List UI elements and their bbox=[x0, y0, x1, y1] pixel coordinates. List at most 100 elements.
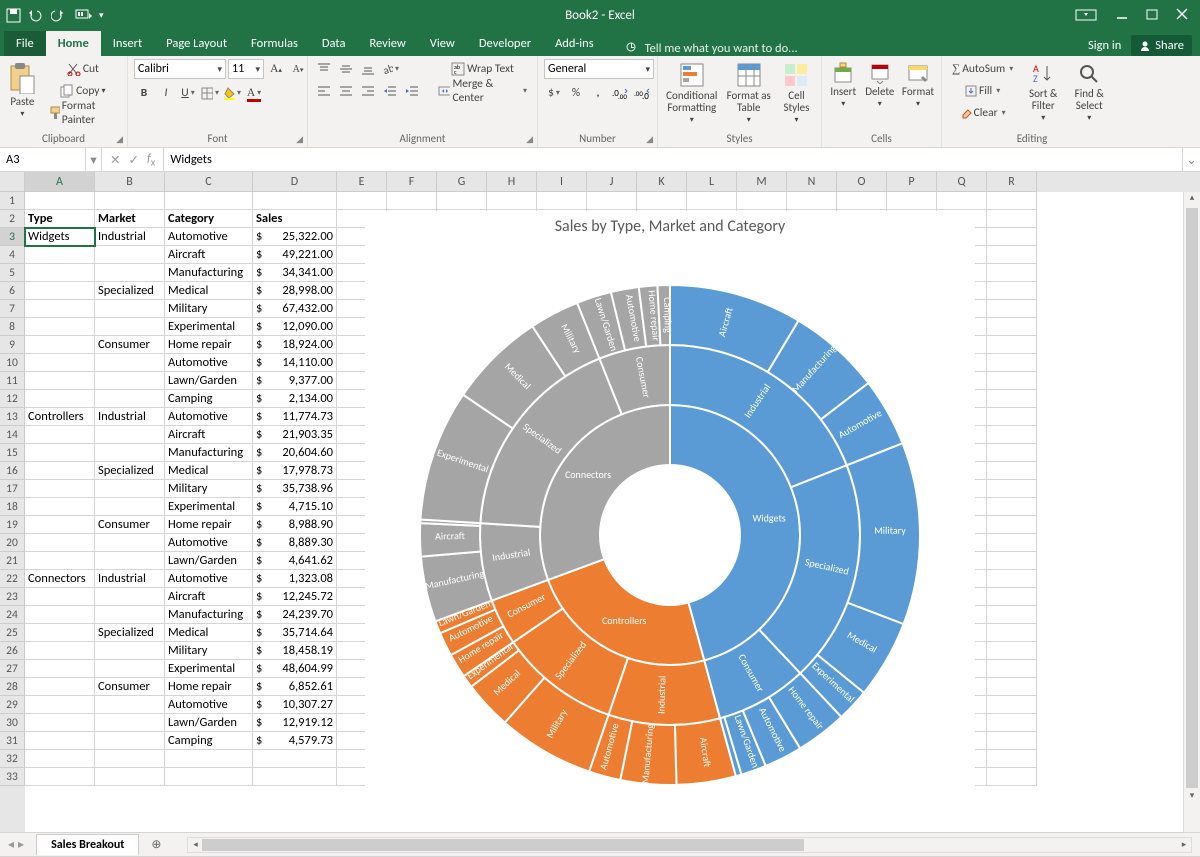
cell[interactable]: Automotive bbox=[165, 408, 253, 426]
cell[interactable]: $34,341.00 bbox=[253, 264, 337, 282]
cell[interactable]: Lawn/Garden bbox=[165, 552, 253, 570]
font-size-combo[interactable]: ▾ bbox=[228, 59, 264, 79]
qat-dropdown-icon[interactable]: ▾ bbox=[99, 10, 104, 21]
cell[interactable] bbox=[95, 588, 165, 606]
cell[interactable] bbox=[987, 624, 1037, 642]
cell[interactable]: $4,715.10 bbox=[253, 498, 337, 516]
cell[interactable] bbox=[25, 390, 95, 408]
sign-in-link[interactable]: Sign in bbox=[1088, 38, 1121, 53]
cell[interactable] bbox=[25, 516, 95, 534]
cell[interactable] bbox=[987, 210, 1037, 228]
cell[interactable]: $35,738.96 bbox=[253, 480, 337, 498]
cell[interactable]: Medical bbox=[165, 462, 253, 480]
row-header[interactable]: 31 bbox=[0, 732, 25, 750]
cell[interactable]: $8,988.90 bbox=[253, 516, 337, 534]
cell[interactable]: Camping bbox=[165, 390, 253, 408]
cell[interactable]: $4,641.62 bbox=[253, 552, 337, 570]
cell[interactable] bbox=[25, 426, 95, 444]
undo-icon[interactable] bbox=[27, 8, 45, 23]
cell[interactable] bbox=[25, 696, 95, 714]
cell[interactable] bbox=[25, 300, 95, 318]
enter-formula-icon[interactable]: ✓ bbox=[128, 152, 138, 168]
font-launcher-icon[interactable]: ◢ bbox=[296, 134, 303, 145]
cell[interactable]: $11,774.73 bbox=[253, 408, 337, 426]
row-header[interactable]: 18 bbox=[0, 498, 25, 516]
format-cells-button[interactable]: Format▾ bbox=[901, 59, 935, 109]
cell[interactable] bbox=[25, 372, 95, 390]
cell[interactable] bbox=[937, 192, 987, 210]
cell[interactable]: Automotive bbox=[165, 228, 253, 246]
clear-button[interactable]: Clear bbox=[948, 103, 1017, 123]
row-header[interactable]: 28 bbox=[0, 678, 25, 696]
cell[interactable]: Home repair bbox=[165, 678, 253, 696]
cell[interactable]: Consumer bbox=[95, 516, 165, 534]
align-bottom-icon[interactable] bbox=[358, 59, 378, 79]
cell[interactable] bbox=[253, 192, 337, 210]
cell[interactable] bbox=[95, 372, 165, 390]
row-header[interactable]: 17 bbox=[0, 480, 25, 498]
cell[interactable]: Aircraft bbox=[165, 246, 253, 264]
cell[interactable] bbox=[587, 192, 637, 210]
cell[interactable]: $6,852.61 bbox=[253, 678, 337, 696]
column-header[interactable]: L bbox=[687, 172, 737, 192]
cell[interactable] bbox=[165, 768, 253, 786]
cell[interactable] bbox=[25, 660, 95, 678]
cell[interactable] bbox=[25, 264, 95, 282]
sheet-nav-next-icon[interactable]: ▸ bbox=[18, 837, 24, 852]
tab-review[interactable]: Review bbox=[357, 31, 417, 56]
tab-insert[interactable]: Insert bbox=[101, 31, 154, 56]
new-sheet-button[interactable]: ⊕ bbox=[145, 834, 167, 856]
grow-font-icon[interactable]: A▴ bbox=[266, 59, 286, 79]
minimize-icon[interactable] bbox=[1116, 8, 1128, 22]
cell[interactable]: Manufacturing bbox=[165, 444, 253, 462]
cell[interactable]: $8,889.30 bbox=[253, 534, 337, 552]
column-header[interactable]: R bbox=[987, 172, 1037, 192]
cell[interactable] bbox=[987, 462, 1037, 480]
cell[interactable] bbox=[95, 390, 165, 408]
wrap-text-button[interactable]: abcWrap Text bbox=[434, 59, 531, 79]
font-name-combo[interactable]: ▾ bbox=[134, 59, 226, 79]
tab-data[interactable]: Data bbox=[310, 31, 358, 56]
cell[interactable] bbox=[987, 336, 1037, 354]
cell[interactable] bbox=[95, 714, 165, 732]
underline-icon[interactable]: U bbox=[178, 83, 198, 103]
cell[interactable] bbox=[95, 750, 165, 768]
cell[interactable] bbox=[95, 426, 165, 444]
cell[interactable]: $35,714.64 bbox=[253, 624, 337, 642]
cell[interactable] bbox=[165, 192, 253, 210]
cell[interactable]: Sales bbox=[253, 210, 337, 228]
column-header[interactable]: I bbox=[537, 172, 587, 192]
cell[interactable]: $67,432.00 bbox=[253, 300, 337, 318]
row-header[interactable]: 14 bbox=[0, 426, 25, 444]
cell[interactable]: Specialized bbox=[95, 282, 165, 300]
cell[interactable] bbox=[987, 498, 1037, 516]
row-header[interactable]: 6 bbox=[0, 282, 25, 300]
cell[interactable] bbox=[25, 714, 95, 732]
cell[interactable]: Widgets bbox=[25, 228, 95, 246]
cell[interactable]: Medical bbox=[165, 624, 253, 642]
row-header[interactable]: 11 bbox=[0, 372, 25, 390]
cell[interactable]: Lawn/Garden bbox=[165, 714, 253, 732]
cell[interactable] bbox=[25, 498, 95, 516]
cell[interactable]: $17,978.73 bbox=[253, 462, 337, 480]
cell[interactable]: $12,245.72 bbox=[253, 588, 337, 606]
column-header[interactable]: C bbox=[165, 172, 253, 192]
cell[interactable] bbox=[987, 372, 1037, 390]
bold-icon[interactable]: B bbox=[134, 83, 154, 103]
shrink-font-icon[interactable]: A▾ bbox=[288, 59, 308, 79]
decrease-decimal-icon[interactable]: .00.0 bbox=[632, 83, 652, 103]
cell[interactable] bbox=[337, 192, 387, 210]
cell[interactable]: $10,307.27 bbox=[253, 696, 337, 714]
row-header[interactable]: 21 bbox=[0, 552, 25, 570]
select-all-corner[interactable] bbox=[0, 172, 25, 192]
cell[interactable]: $49,221.00 bbox=[253, 246, 337, 264]
column-header[interactable]: B bbox=[95, 172, 165, 192]
insert-cells-button[interactable]: Insert▾ bbox=[828, 59, 859, 109]
cell[interactable]: $20,604.60 bbox=[253, 444, 337, 462]
cell[interactable] bbox=[887, 192, 937, 210]
cell[interactable]: Military bbox=[165, 300, 253, 318]
delete-cells-button[interactable]: Delete▾ bbox=[865, 59, 896, 109]
cell[interactable] bbox=[95, 696, 165, 714]
copy-button[interactable]: Copy▾ bbox=[45, 81, 121, 101]
cell[interactable]: Category bbox=[165, 210, 253, 228]
